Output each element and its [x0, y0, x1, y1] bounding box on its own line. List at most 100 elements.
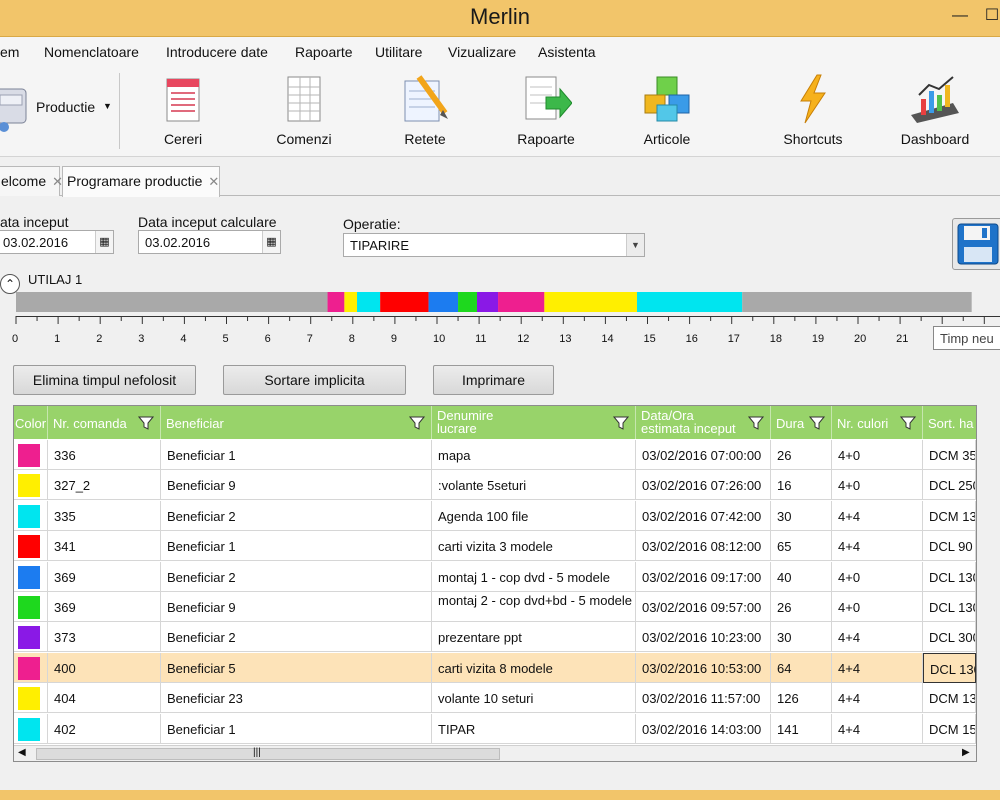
color-cell[interactable]	[14, 440, 48, 470]
save-button[interactable]	[952, 218, 1000, 270]
cell-nr[interactable]: 327_2	[48, 470, 161, 501]
cell-dur[interactable]: 30	[771, 622, 832, 653]
rapoarte-button[interactable]: Rapoarte	[491, 71, 601, 151]
cell-nr[interactable]: 369	[48, 592, 161, 622]
cell-ben[interactable]: Beneficiar 9	[161, 470, 432, 501]
timeline-segment[interactable]	[327, 292, 345, 312]
timeline-segment[interactable]	[16, 292, 328, 312]
menu-utilitare[interactable]: Utilitare	[375, 44, 422, 60]
color-cell[interactable]	[14, 500, 48, 531]
cell-nr[interactable]: 373	[48, 622, 161, 653]
scroll-right-icon[interactable]: ▶	[962, 747, 970, 758]
color-cell[interactable]	[14, 683, 48, 714]
scroll-left-icon[interactable]: ◀	[18, 747, 26, 758]
cell-sort[interactable]: DCM 13	[923, 683, 976, 714]
cell-den[interactable]: carti vizita 3 modele	[432, 531, 636, 562]
table-row[interactable]: 402 Beneficiar 1 TIPAR 03/02/2016 14:03:00 1…	[14, 713, 976, 744]
timeline-segment[interactable]	[344, 292, 358, 312]
cell-data[interactable]: 03/02/2016 09:57:00	[636, 592, 771, 622]
timeline-segment[interactable]	[498, 292, 545, 312]
cell-data[interactable]: 03/02/2016 11:57:00	[636, 683, 771, 714]
cell-ben[interactable]: Beneficiar 2	[161, 500, 432, 531]
filter-icon[interactable]	[748, 415, 764, 431]
table-row[interactable]: 336 Beneficiar 1 mapa 03/02/2016 07:00:00 26…	[14, 440, 976, 470]
cell-dur[interactable]: 64	[771, 652, 832, 683]
cell-dur[interactable]: 126	[771, 683, 832, 714]
table-row[interactable]: 327_2 Beneficiar 9:volante 5seturi 03/02/2…	[14, 470, 976, 501]
cell-dur[interactable]: 65	[771, 531, 832, 562]
timeline-segment[interactable]	[544, 292, 637, 312]
cell-data[interactable]: 03/02/2016 10:53:00	[636, 652, 771, 683]
retete-button[interactable]: Retete	[370, 71, 480, 151]
calendar-icon[interactable]: ▦	[95, 231, 113, 253]
cell-cul[interactable]: 4+4	[832, 713, 923, 744]
header-nr-culori[interactable]: Nr. culori	[832, 406, 923, 439]
table-row[interactable]: 404 Beneficiar 23 volante 10 seturi 03/02/2…	[14, 683, 976, 714]
cell-data[interactable]: 03/02/2016 08:12:00	[636, 531, 771, 562]
cell-dur[interactable]: 141	[771, 713, 832, 744]
cell-cul[interactable]: 4+0	[832, 470, 923, 501]
menu-asistenta[interactable]: Asistenta	[538, 44, 596, 60]
cell-cul[interactable]: 4+4	[832, 652, 923, 683]
menu-nomenclatoare[interactable]: Nomenclatoare	[44, 44, 139, 60]
header-color[interactable]: Color	[14, 406, 48, 439]
cell-cul[interactable]: 4+4	[832, 683, 923, 714]
cell-data[interactable]: 03/02/2016 07:42:00	[636, 500, 771, 531]
calendar-icon[interactable]: ▦	[262, 231, 280, 253]
table-row[interactable]: 341 Beneficiar 1 carti vizita 3 modele 03/0…	[14, 531, 976, 562]
timeline-segment[interactable]	[428, 292, 459, 312]
cell-nr[interactable]: 341	[48, 531, 161, 562]
filter-icon[interactable]	[900, 415, 916, 431]
header-nr-comanda[interactable]: Nr. comanda	[48, 406, 161, 439]
header-denumire[interactable]: Denumire lucrare	[432, 406, 636, 439]
cell-nr[interactable]: 335	[48, 500, 161, 531]
cell-sort[interactable]: DCL 130	[923, 652, 976, 683]
cell-sort[interactable]: DCM 15	[923, 713, 976, 744]
cell-ben[interactable]: Beneficiar 1	[161, 713, 432, 744]
shortcuts-button[interactable]: Shortcuts	[758, 71, 868, 151]
color-cell[interactable]	[14, 470, 48, 501]
timeline-segment[interactable]	[742, 292, 972, 312]
cell-cul[interactable]: 4+4	[832, 622, 923, 653]
articole-button[interactable]: Articole	[612, 71, 722, 151]
color-cell[interactable]	[14, 652, 48, 683]
menu-introducere-date[interactable]: Introducere date	[166, 44, 268, 60]
cell-nr[interactable]: 369	[48, 561, 161, 592]
horizontal-scrollbar[interactable]: ◀ ||| ▶	[14, 745, 976, 761]
filter-icon[interactable]	[613, 415, 629, 431]
chevron-down-icon[interactable]: ▼	[626, 234, 644, 256]
cell-data[interactable]: 03/02/2016 10:23:00	[636, 622, 771, 653]
table-row[interactable]: 369 Beneficiar 9 montaj 2 - cop dvd+bd - 5…	[14, 592, 976, 622]
table-row[interactable]: 369 Beneficiar 2 montaj 1 - cop dvd - 5 mo…	[14, 561, 976, 592]
tab-welcome[interactable]: elcome ✕	[0, 166, 63, 196]
cell-ben[interactable]: Beneficiar 2	[161, 622, 432, 653]
cell-den[interactable]: TIPAR	[432, 713, 636, 744]
menu-rapoarte[interactable]: Rapoarte	[295, 44, 353, 60]
cell-data[interactable]: 03/02/2016 14:03:00	[636, 713, 771, 744]
filter-icon[interactable]	[809, 415, 825, 431]
header-beneficiar[interactable]: Beneficiar	[161, 406, 432, 439]
cell-nr[interactable]: 336	[48, 440, 161, 470]
close-icon[interactable]: ✕	[208, 174, 219, 189]
timeline-bar[interactable]	[16, 292, 976, 314]
color-cell[interactable]	[14, 592, 48, 622]
header-sort[interactable]: Sort. ha	[923, 406, 976, 439]
cell-den[interactable]: montaj 1 - cop dvd - 5 modele	[432, 561, 636, 592]
data-inceput-field[interactable]: 03.02.2016 ▦	[0, 230, 114, 254]
menu-sistem[interactable]: em	[0, 44, 19, 60]
menu-vizualizare[interactable]: Vizualizare	[448, 44, 516, 60]
collapse-toggle[interactable]: ⌃	[0, 274, 20, 294]
cell-cul[interactable]: 4+0	[832, 440, 923, 470]
cell-dur[interactable]: 30	[771, 500, 832, 531]
cell-data[interactable]: 03/02/2016 07:26:00	[636, 470, 771, 501]
cell-dur[interactable]: 26	[771, 592, 832, 622]
cell-sort[interactable]: DCM 35	[923, 440, 976, 470]
cell-den[interactable]: :volante 5seturi	[432, 470, 636, 501]
cell-data[interactable]: 03/02/2016 09:17:00	[636, 561, 771, 592]
cell-cul[interactable]: 4+4	[832, 500, 923, 531]
cell-den[interactable]: carti vizita 8 modele	[432, 652, 636, 683]
productie-dropdown[interactable]: Productie ▼	[0, 73, 116, 149]
cell-cul[interactable]: 4+0	[832, 592, 923, 622]
cell-den[interactable]: montaj 2 - cop dvd+bd - 5 modele	[432, 592, 636, 622]
cell-ben[interactable]: Beneficiar 23	[161, 683, 432, 714]
